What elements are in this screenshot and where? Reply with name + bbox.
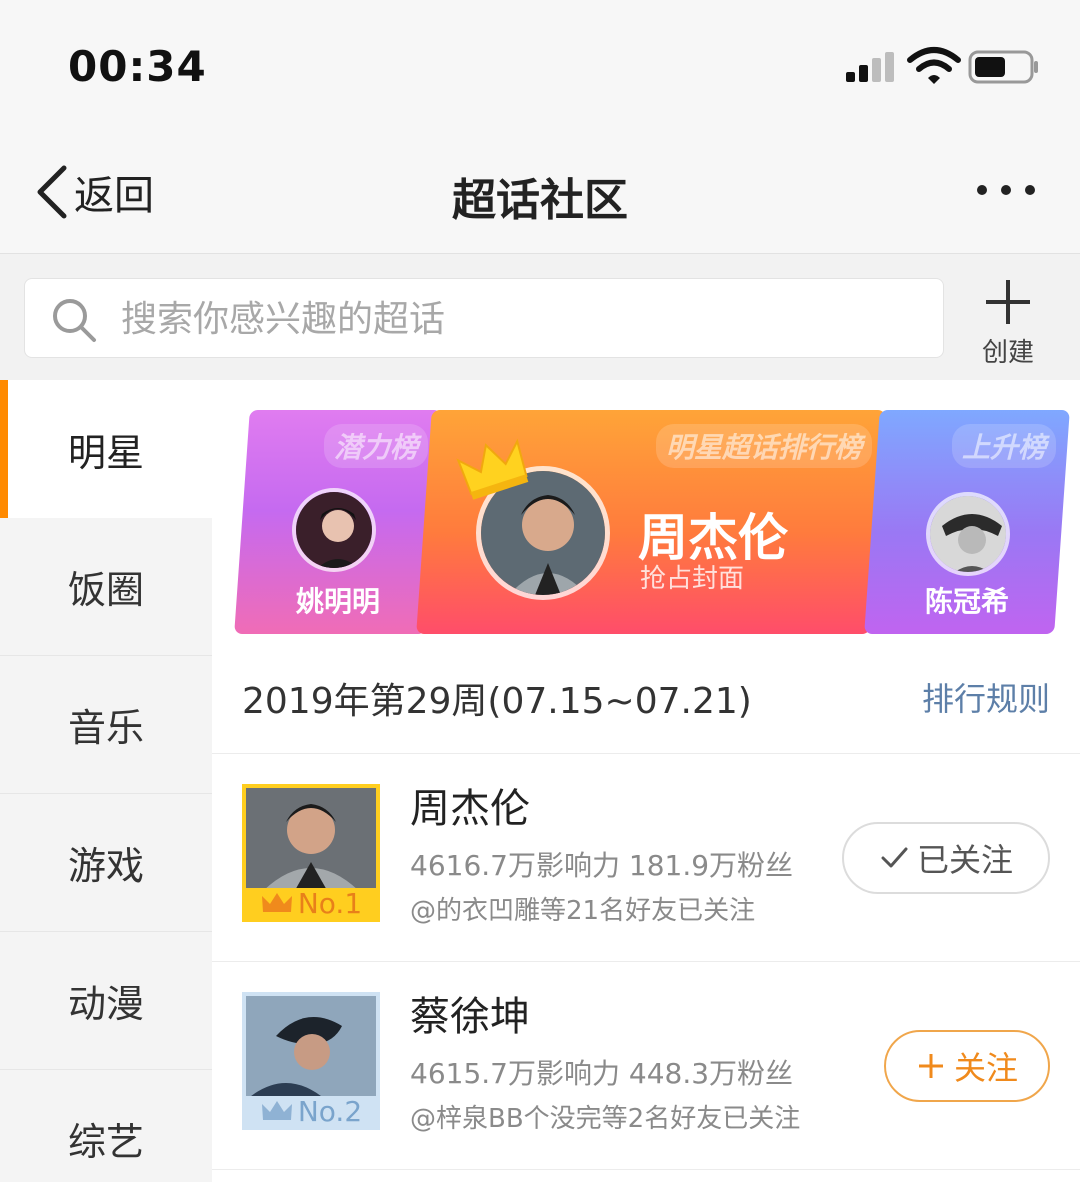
create-topic-button[interactable]: 创建 bbox=[966, 274, 1050, 370]
more-options-icon[interactable] bbox=[970, 180, 1042, 200]
sidebar-item-stars[interactable]: 明星 bbox=[0, 380, 212, 518]
sidebar-item-games[interactable]: 游戏 bbox=[0, 794, 212, 932]
sidebar-item-anime[interactable]: 动漫 bbox=[0, 932, 212, 1070]
star-topic-ranking-banner[interactable]: 明星超话排行榜 周杰伦 抢占封面 bbox=[416, 410, 886, 634]
rank-badge: No.2 bbox=[246, 1094, 376, 1128]
week-header: 2019年第29周(07.15~07.21) 排行规则 bbox=[212, 634, 1080, 754]
friends-following: @梓泉BB个没完等2名好友已关注 bbox=[410, 1104, 801, 1134]
battery-icon bbox=[968, 50, 1038, 84]
rank-avatar: No.2 bbox=[242, 992, 380, 1130]
sidebar-item-fandom[interactable]: 饭圈 bbox=[0, 518, 212, 656]
search-row: 创建 bbox=[0, 254, 1080, 380]
week-label: 2019年第29周(07.15~07.21) bbox=[242, 681, 752, 722]
potential-chart-banner[interactable]: 潜力榜 姚明明 bbox=[234, 410, 442, 634]
plus-icon bbox=[986, 280, 1030, 324]
banner-star-name: 陈冠希 bbox=[924, 585, 1009, 618]
rank-number: No.2 bbox=[297, 1094, 363, 1128]
status-time: 00:34 bbox=[68, 42, 207, 91]
star-name: 周杰伦 bbox=[410, 786, 530, 832]
page-title: 超话社区 bbox=[452, 175, 628, 226]
banner-tag: 明星超话排行榜 bbox=[655, 424, 872, 468]
star-photo bbox=[246, 788, 376, 892]
plus-icon bbox=[918, 1054, 943, 1078]
status-bar: 00:34 bbox=[0, 0, 1080, 130]
influence-stats: 4615.7万影响力 448.3万粉丝 bbox=[410, 1057, 794, 1090]
ranking-rules-link[interactable]: 排行规则 bbox=[922, 674, 1050, 720]
rank-badge: No.1 bbox=[246, 886, 376, 920]
rising-chart-banner[interactable]: 上升榜 陈冠希 bbox=[864, 410, 1070, 634]
crown-icon bbox=[261, 893, 292, 912]
search-input[interactable] bbox=[121, 279, 921, 359]
category-sidebar: 明星 饭圈 音乐 游戏 动漫 综艺 bbox=[0, 380, 212, 1182]
main-content: 潜力榜 姚明明 明星超话排行榜 周杰伦 抢占封面 上升榜 陈冠希 2019年第2… bbox=[212, 380, 1080, 1182]
avatar bbox=[926, 492, 1010, 576]
navigation-bar: 返回 超话社区 bbox=[0, 130, 1080, 254]
follow-label: 关注 bbox=[953, 1049, 1018, 1087]
rank-avatar: No.1 bbox=[242, 784, 380, 922]
wifi-icon bbox=[907, 47, 961, 84]
avatar bbox=[292, 488, 376, 572]
follow-button[interactable]: 关注 bbox=[884, 1030, 1050, 1102]
banner-tag: 上升榜 bbox=[951, 424, 1056, 468]
star-photo bbox=[246, 996, 376, 1100]
banner-subtitle: 抢占封面 bbox=[640, 564, 745, 594]
followed-label: 已关注 bbox=[916, 841, 1013, 879]
followed-button[interactable]: 已关注 bbox=[842, 822, 1050, 894]
ranking-row[interactable]: No.2 蔡徐坤 4615.7万影响力 448.3万粉丝 @梓泉BB个没完等2名… bbox=[212, 962, 1080, 1170]
search-icon bbox=[53, 299, 96, 342]
check-icon bbox=[881, 847, 908, 868]
ranking-row[interactable]: No.1 周杰伦 4616.7万影响力 181.9万粉丝 @的衣凹雕等21名好友… bbox=[212, 754, 1080, 962]
friends-following: @的衣凹雕等21名好友已关注 bbox=[410, 896, 756, 926]
banner-tag: 潜力榜 bbox=[323, 424, 428, 468]
sidebar-item-variety[interactable]: 综艺 bbox=[0, 1070, 212, 1182]
sidebar-item-music[interactable]: 音乐 bbox=[0, 656, 212, 794]
cellular-signal-icon bbox=[846, 52, 894, 82]
create-label: 创建 bbox=[981, 338, 1034, 368]
super-topic-community-screen: 00:34 返回 超话社区 搜索你感兴趣的超话 创建 明星 饭圈 音乐 游戏 动… bbox=[0, 0, 1080, 1182]
star-name: 蔡徐坤 bbox=[410, 994, 530, 1040]
banner-star-name: 姚明明 bbox=[295, 585, 380, 618]
search-box[interactable] bbox=[24, 278, 944, 359]
crown-icon bbox=[261, 1101, 292, 1120]
influence-stats: 4616.7万影响力 181.9万粉丝 bbox=[410, 849, 794, 882]
rank-number: No.1 bbox=[297, 886, 363, 920]
